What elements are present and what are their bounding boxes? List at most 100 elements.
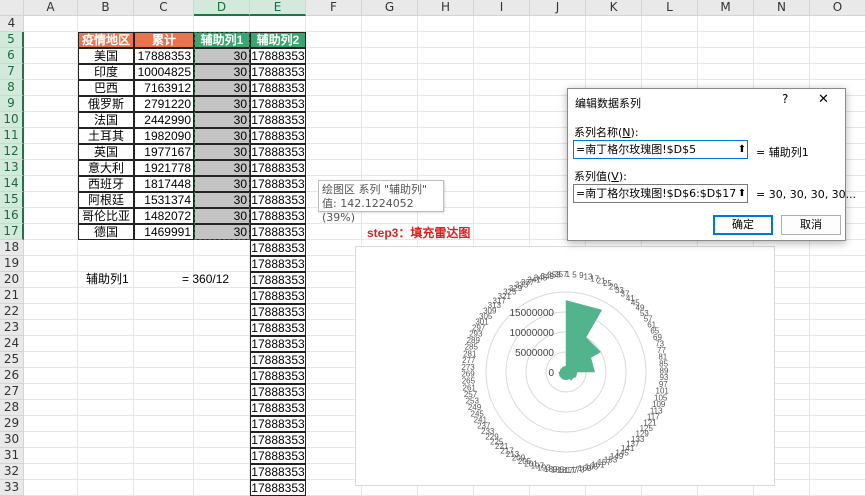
table-cell-aux2[interactable]: 17888353 [250,128,306,144]
table-cell-aux2[interactable]: 17888353 [250,256,306,272]
grid-cell[interactable] [754,64,810,80]
grid-cell[interactable] [474,48,530,64]
grid-cell[interactable] [306,480,362,496]
row-header[interactable]: 25 [0,352,24,368]
grid-cell[interactable] [810,304,865,320]
row-header[interactable]: 7 [0,64,24,80]
grid-cell[interactable] [194,368,250,384]
grid-cell[interactable] [474,32,530,48]
grid-cell[interactable] [474,112,530,128]
grid-cell[interactable] [78,336,134,352]
grid-cell[interactable] [474,64,530,80]
grid-cell[interactable] [134,464,194,480]
table-cell-aux1[interactable]: 30 [194,112,250,128]
grid-cell[interactable] [474,144,530,160]
grid-cell[interactable] [530,32,586,48]
grid-cell[interactable] [810,288,865,304]
table-cell-aux1[interactable]: 30 [194,144,250,160]
row-header[interactable]: 4 [0,16,24,32]
grid-cell[interactable] [250,16,306,32]
grid-cell[interactable] [24,416,78,432]
table-cell-region[interactable]: 意大利 [78,160,134,176]
table-header-aux2[interactable]: 辅助列2 [250,32,306,48]
column-header[interactable]: D [194,0,250,16]
grid-cell[interactable] [306,432,362,448]
table-cell-aux2[interactable]: 17888353 [250,400,306,416]
grid-cell[interactable] [194,400,250,416]
grid-cell[interactable] [530,48,586,64]
grid-cell[interactable] [754,16,810,32]
grid-cell[interactable] [78,432,134,448]
grid-cell[interactable] [586,32,642,48]
note-label[interactable]: 辅助列1 [86,272,166,288]
table-cell-aux2[interactable]: 17888353 [250,464,306,480]
grid-cell[interactable] [24,32,78,48]
select-all-corner[interactable] [0,0,24,16]
row-header[interactable]: 13 [0,160,24,176]
column-header[interactable]: M [698,0,754,16]
grid-cell[interactable] [134,256,194,272]
grid-cell[interactable] [306,160,362,176]
grid-cell[interactable] [24,320,78,336]
grid-cell[interactable] [642,64,698,80]
grid-cell[interactable] [474,96,530,112]
table-cell-aux2[interactable]: 17888353 [250,48,306,64]
grid-cell[interactable] [134,16,194,32]
table-cell-aux1[interactable]: 30 [194,64,250,80]
column-header[interactable]: B [78,0,134,16]
column-header[interactable]: N [754,0,810,16]
grid-cell[interactable] [78,288,134,304]
grid-cell[interactable] [810,464,865,480]
table-cell-aux1[interactable]: 30 [194,96,250,112]
table-cell-region[interactable]: 美国 [78,48,134,64]
grid-cell[interactable] [698,64,754,80]
grid-cell[interactable] [362,128,418,144]
grid-cell[interactable] [134,448,194,464]
table-cell-total[interactable]: 1469991 [134,224,194,240]
grid-cell[interactable] [24,288,78,304]
grid-cell[interactable] [24,192,78,208]
grid-cell[interactable] [306,368,362,384]
grid-cell[interactable] [306,320,362,336]
grid-cell[interactable] [24,96,78,112]
collapse-dialog-icon[interactable]: ⬆ [736,143,747,156]
grid-cell[interactable] [78,416,134,432]
grid-cell[interactable] [24,256,78,272]
grid-cell[interactable] [810,384,865,400]
grid-cell[interactable] [134,432,194,448]
table-cell-aux1[interactable]: 30 [194,224,250,240]
column-header[interactable]: A [24,0,78,16]
grid-cell[interactable] [754,32,810,48]
grid-cell[interactable] [810,480,865,496]
grid-cell[interactable] [24,352,78,368]
grid-cell[interactable] [306,272,362,288]
table-cell-aux1[interactable]: 30 [194,176,250,192]
grid-cell[interactable] [24,448,78,464]
note-formula[interactable]: = 360/12 [182,272,252,288]
grid-cell[interactable] [194,464,250,480]
grid-cell[interactable] [134,240,194,256]
row-header[interactable]: 21 [0,288,24,304]
grid-cell[interactable] [24,272,78,288]
table-cell-total[interactable]: 7163912 [134,80,194,96]
grid-cell[interactable] [306,256,362,272]
column-header[interactable]: C [134,0,194,16]
ok-button[interactable]: 确定 [713,215,773,235]
row-header[interactable]: 22 [0,304,24,320]
table-cell-region[interactable]: 俄罗斯 [78,96,134,112]
radar-chart-svg[interactable]: 0500000010000000150000001 5 9 1317212529333… [356,247,776,487]
grid-cell[interactable] [362,16,418,32]
row-header[interactable]: 26 [0,368,24,384]
grid-cell[interactable] [306,448,362,464]
collapse-dialog-icon[interactable]: ⬆ [736,187,747,200]
row-header[interactable]: 20 [0,272,24,288]
grid-cell[interactable] [134,480,194,496]
table-cell-total[interactable]: 2442990 [134,112,194,128]
grid-cell[interactable] [362,160,418,176]
table-cell-aux2[interactable]: 17888353 [250,432,306,448]
table-header-total[interactable]: 累计 [134,32,194,48]
table-cell-total[interactable]: 1982090 [134,128,194,144]
grid-cell[interactable] [194,416,250,432]
table-cell-aux1[interactable]: 30 [194,160,250,176]
grid-cell[interactable] [418,160,474,176]
